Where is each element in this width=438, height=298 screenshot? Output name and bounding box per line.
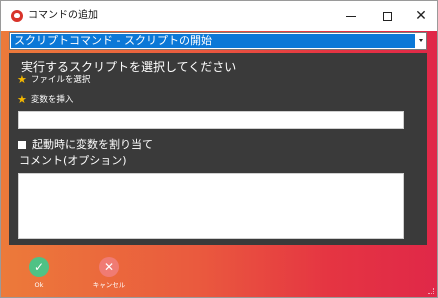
settings-panel: 実行するスクリプトを選択してください ★ ファイルを選択 ★ 変数を挿入 起動時…	[9, 53, 427, 245]
cancel-button[interactable]: ✕ キャンセル	[89, 257, 129, 289]
select-file-link[interactable]: ★ ファイルを選択	[17, 73, 91, 86]
command-type-selected-value: スクリプトコマンド - スクリプトの開始	[11, 34, 415, 48]
minimize-button[interactable]	[333, 1, 369, 31]
star-icon: ★	[17, 73, 27, 86]
chevron-down-icon[interactable]	[419, 39, 423, 42]
add-command-window: コマンドの追加 ✕ スクリプトコマンド - スクリプトの開始 実行するスクリプト…	[0, 0, 438, 298]
script-path-input[interactable]	[18, 111, 404, 129]
cancel-label: キャンセル	[92, 281, 126, 289]
command-type-select[interactable]: スクリプトコマンド - スクリプトの開始	[9, 32, 427, 50]
cancel-x-icon[interactable]: ✕	[99, 257, 119, 277]
resize-grip-icon[interactable]	[428, 288, 434, 294]
assign-variable-option[interactable]: 起動時に変数を割り当て	[18, 138, 153, 151]
ok-label: Ok	[34, 281, 44, 289]
close-icon: ✕	[415, 8, 427, 24]
title-bar: コマンドの追加 ✕	[1, 1, 437, 31]
dialog-content: スクリプトコマンド - スクリプトの開始 実行するスクリプトを選択してください …	[1, 31, 437, 297]
minimize-icon	[346, 15, 356, 17]
close-button[interactable]: ✕	[403, 1, 438, 31]
app-logo-icon	[11, 10, 23, 22]
insert-variable-label: 変数を挿入	[30, 95, 74, 105]
maximize-icon	[382, 11, 392, 21]
maximize-button[interactable]	[369, 1, 405, 31]
assign-variable-label: 起動時に変数を割り当て	[32, 138, 153, 151]
comment-label: コメント(オプション)	[19, 154, 127, 167]
insert-variable-link[interactable]: ★ 変数を挿入	[17, 93, 74, 106]
panel-heading: 実行するスクリプトを選択してください	[21, 60, 237, 74]
ok-button[interactable]: ✓ Ok	[19, 257, 59, 289]
comment-textarea[interactable]	[18, 173, 404, 239]
window-title: コマンドの追加	[28, 10, 98, 21]
star-icon: ★	[17, 93, 27, 106]
check-icon[interactable]: ✓	[29, 257, 49, 277]
assign-variable-checkbox[interactable]	[18, 140, 26, 149]
select-file-label: ファイルを選択	[30, 75, 91, 85]
